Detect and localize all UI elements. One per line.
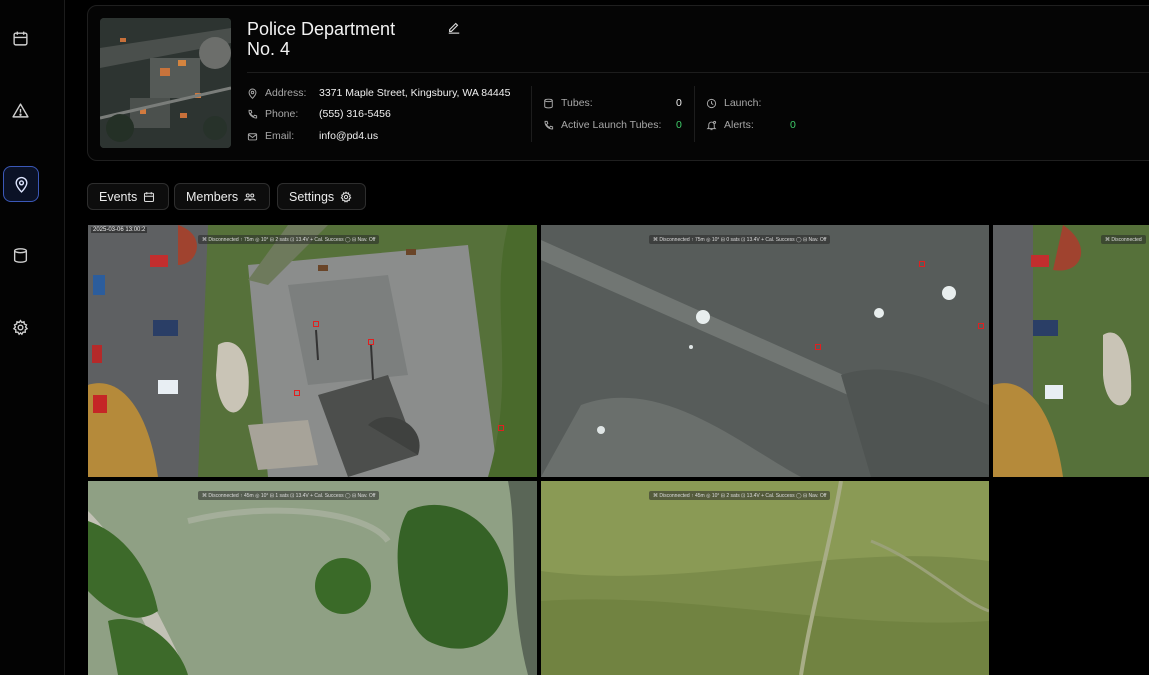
detection-box[interactable] bbox=[919, 261, 925, 267]
divider bbox=[531, 86, 532, 142]
divider bbox=[247, 72, 1149, 73]
tab-settings-label: Settings bbox=[289, 189, 335, 204]
station-map-thumbnail bbox=[100, 18, 231, 148]
sidebar-item-events[interactable] bbox=[3, 21, 37, 55]
mail-icon bbox=[247, 132, 258, 140]
users-icon bbox=[244, 192, 256, 201]
email-label: Email: bbox=[265, 130, 295, 142]
feed-status-bar: ⌘ Disconnected ↑ 75m ◎ 10° ⊟ 2 sats ⊡ 13… bbox=[198, 235, 380, 244]
tab-events-label: Events bbox=[99, 189, 138, 204]
phone-row: Phone: (555) 316-5456 bbox=[247, 108, 391, 120]
cylinder-icon bbox=[544, 98, 553, 108]
tab-events[interactable]: Events bbox=[87, 183, 169, 210]
tubes-value: 0 bbox=[676, 97, 682, 109]
edit-pencil-icon[interactable] bbox=[447, 20, 461, 34]
address-row: Address: 3371 Maple Street, Kingsbury, W… bbox=[247, 87, 510, 99]
email-row: Email: info@pd4.us bbox=[247, 130, 378, 142]
tubes-row: Tubes: 0 bbox=[543, 97, 686, 109]
detection-box[interactable] bbox=[498, 425, 504, 431]
sidebar bbox=[0, 0, 65, 675]
detection-box[interactable] bbox=[978, 323, 984, 329]
alert-triangle-icon bbox=[11, 102, 29, 118]
clock-icon bbox=[706, 98, 717, 108]
tab-members[interactable]: Members bbox=[174, 183, 270, 210]
alerts-row: Alerts: 0 bbox=[706, 119, 796, 131]
station-info-card: Police Department No. 4 Address: 3371 Ma… bbox=[87, 5, 1149, 161]
phone-icon bbox=[544, 120, 554, 129]
sidebar-item-alerts[interactable] bbox=[3, 93, 37, 127]
feed-status-bar: ⌘ Disconnected ↑ 45m ◎ 10° ⊟ 1 sats ⊡ 13… bbox=[198, 491, 380, 500]
drone-video-feed[interactable]: ⌘ Disconnected ↑ 45m ◎ 10° ⊟ 1 sats ⊡ 13… bbox=[88, 481, 537, 675]
phone-icon bbox=[248, 109, 258, 118]
launch-label: Launch: bbox=[724, 97, 762, 109]
sidebar-item-settings[interactable] bbox=[3, 310, 37, 344]
sidebar-item-stations[interactable] bbox=[3, 166, 39, 202]
gear-icon bbox=[340, 190, 352, 203]
phone-label: Phone: bbox=[265, 108, 299, 120]
detection-box[interactable] bbox=[815, 344, 821, 350]
active-launch-tubes-value: 0 bbox=[676, 119, 682, 131]
drone-video-feed[interactable]: ⌘ Disconnected ↑ 75m ◎ 10° ⊟ 0 sats ⊡ 13… bbox=[541, 225, 989, 477]
email-value[interactable]: info@pd4.us bbox=[319, 130, 378, 142]
feed-status-bar: ⌘ Disconnected ↑ 75m ◎ 10° ⊟ 0 sats ⊡ 13… bbox=[649, 235, 831, 244]
bell-icon bbox=[706, 120, 717, 130]
detection-box[interactable] bbox=[313, 321, 319, 327]
tab-members-label: Members bbox=[186, 189, 239, 204]
alerts-value: 0 bbox=[790, 119, 796, 131]
active-launch-tubes-row: Active Launch Tubes: 0 bbox=[543, 119, 686, 131]
detection-box[interactable] bbox=[294, 390, 300, 396]
divider bbox=[694, 86, 695, 142]
page-title: Police Department No. 4 bbox=[247, 19, 396, 59]
calendar-icon bbox=[144, 191, 155, 202]
calendar-icon bbox=[12, 31, 28, 46]
map-pin-icon bbox=[14, 176, 28, 193]
active-launch-tubes-label: Active Launch Tubes: bbox=[561, 119, 662, 131]
feed-status-bar: ⌘ Disconnected bbox=[1101, 235, 1146, 244]
phone-value: (555) 316-5456 bbox=[319, 108, 391, 120]
feed-timestamp: 2025-03-06 13:00:2 bbox=[91, 227, 148, 233]
tubes-label: Tubes: bbox=[561, 97, 593, 109]
drone-video-feed[interactable]: 2025-03-06 13:00:2 ⌘ Disconnected ↑ 75m … bbox=[88, 225, 537, 477]
sidebar-item-storage[interactable] bbox=[3, 238, 37, 272]
cylinder-icon bbox=[13, 247, 27, 263]
drone-video-feed[interactable]: ⌘ Disconnected bbox=[993, 225, 1149, 477]
launch-row: Launch: bbox=[706, 97, 761, 109]
alerts-label: Alerts: bbox=[724, 119, 754, 131]
map-pin-icon bbox=[248, 88, 257, 99]
feed-status-bar: ⌘ Disconnected ↑ 45m ◎ 10° ⊟ 2 sats ⊡ 13… bbox=[649, 491, 831, 500]
address-value: 3371 Maple Street, Kingsbury, WA 84445 bbox=[319, 87, 511, 99]
detection-box[interactable] bbox=[368, 339, 374, 345]
tab-settings[interactable]: Settings bbox=[277, 183, 366, 210]
address-label: Address: bbox=[265, 87, 307, 99]
drone-video-feed[interactable]: ⌘ Disconnected ↑ 45m ◎ 10° ⊟ 2 sats ⊡ 13… bbox=[541, 481, 989, 675]
gear-icon bbox=[12, 318, 28, 335]
